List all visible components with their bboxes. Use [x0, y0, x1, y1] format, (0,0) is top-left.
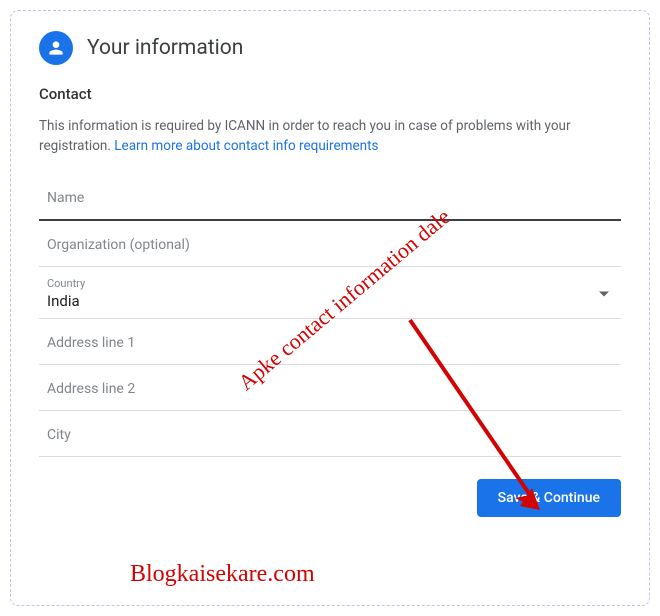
your-information-card: Your information Contact This informatio…: [10, 10, 650, 606]
button-row: Save & Continue: [39, 457, 621, 517]
country-field[interactable]: Country India: [39, 267, 621, 319]
country-small-label: Country: [47, 277, 615, 290]
save-continue-button[interactable]: Save & Continue: [477, 479, 621, 517]
name-label: Name: [47, 190, 615, 206]
country-value: India: [47, 292, 615, 310]
person-icon: [39, 31, 73, 65]
learn-more-link[interactable]: Learn more about contact info requiremen…: [114, 138, 378, 154]
chevron-down-icon: [599, 291, 609, 296]
address-line-1-field[interactable]: Address line 1: [39, 319, 621, 365]
header-row: Your information: [39, 31, 621, 65]
address-line-2-field[interactable]: Address line 2: [39, 365, 621, 411]
info-text: This information is required by ICANN in…: [39, 117, 621, 156]
city-label: City: [47, 427, 615, 443]
name-field[interactable]: Name: [39, 174, 621, 221]
organization-field[interactable]: Organization (optional): [39, 221, 621, 267]
address2-label: Address line 2: [47, 381, 615, 397]
organization-label: Organization (optional): [47, 237, 615, 253]
city-field[interactable]: City: [39, 411, 621, 457]
address1-label: Address line 1: [47, 335, 615, 351]
page-title: Your information: [87, 36, 243, 60]
contact-heading: Contact: [39, 85, 621, 103]
